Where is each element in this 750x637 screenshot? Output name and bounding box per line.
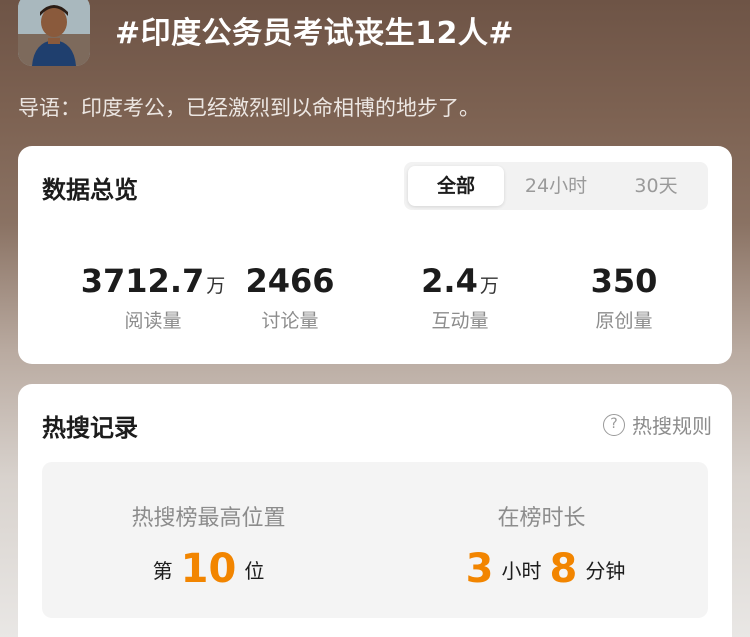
- peak-prefix: 第: [152, 559, 173, 583]
- hot-search-card: 热搜记录 ? 热搜规则 热搜榜最高位置 第 10 位 在榜时长 3 小时 8 分钟: [18, 384, 732, 637]
- tab-all[interactable]: 全部: [408, 166, 504, 206]
- question-circle-icon: ?: [603, 413, 625, 436]
- duration-hours: 3: [465, 546, 494, 592]
- stat-discussions: 2466 讨论量: [205, 262, 375, 333]
- stat-originals: 350 原创量: [539, 262, 709, 333]
- stat-discussions-label: 讨论量: [261, 310, 319, 332]
- duration-minutes: 8: [549, 546, 578, 592]
- topic-header: #印度公务员考试丧生12人# 导语：印度考公，已经激烈到以命相博的地步了。: [0, 0, 750, 140]
- stat-originals-value: 350: [590, 262, 658, 300]
- tab-30-days[interactable]: 30天: [608, 166, 704, 206]
- stat-interactions: 2.4 万 互动量: [375, 262, 545, 333]
- duration-hours-unit: 小时: [501, 559, 542, 583]
- time-range-tabs: 全部 24小时 30天: [404, 162, 708, 210]
- stat-interactions-label: 互动量: [431, 310, 489, 332]
- hot-search-rules-label: 热搜规则: [632, 414, 712, 438]
- stat-originals-label: 原创量: [595, 310, 653, 332]
- topic-intro: 导语：印度考公，已经激烈到以命相博的地步了。: [18, 96, 480, 120]
- data-overview-card: 数据总览 全部 24小时 30天 3712.7 万 阅读量 2466 讨论量 2.…: [18, 146, 732, 364]
- topic-title: #印度公务员考试丧生12人#: [115, 16, 515, 51]
- hot-search-title: 热搜记录: [42, 414, 138, 442]
- hot-search-rules-link[interactable]: ? 热搜规则: [603, 410, 712, 439]
- time-on-list-label: 在榜时长: [497, 506, 586, 531]
- time-on-list: 在榜时长 3 小时 8 分钟: [375, 500, 708, 592]
- peak-position-value: 第 10 位: [42, 546, 375, 592]
- peak-position: 热搜榜最高位置 第 10 位: [42, 500, 375, 592]
- duration-minutes-unit: 分钟: [585, 559, 626, 583]
- overview-title: 数据总览: [42, 176, 138, 204]
- stat-interactions-unit: 万: [479, 275, 499, 297]
- stat-interactions-value: 2.4 万: [421, 262, 499, 300]
- time-on-list-value: 3 小时 8 分钟: [375, 546, 708, 592]
- stat-discussions-value: 2466: [245, 262, 335, 300]
- peak-position-label: 热搜榜最高位置: [131, 506, 286, 531]
- runner-avatar-icon: [18, 0, 90, 66]
- peak-suffix: 位: [244, 559, 265, 583]
- topic-avatar[interactable]: [18, 0, 90, 66]
- hot-search-stats-box: 热搜榜最高位置 第 10 位 在榜时长 3 小时 8 分钟: [42, 462, 708, 618]
- tab-24-hours[interactable]: 24小时: [508, 166, 604, 206]
- peak-number: 10: [180, 546, 237, 592]
